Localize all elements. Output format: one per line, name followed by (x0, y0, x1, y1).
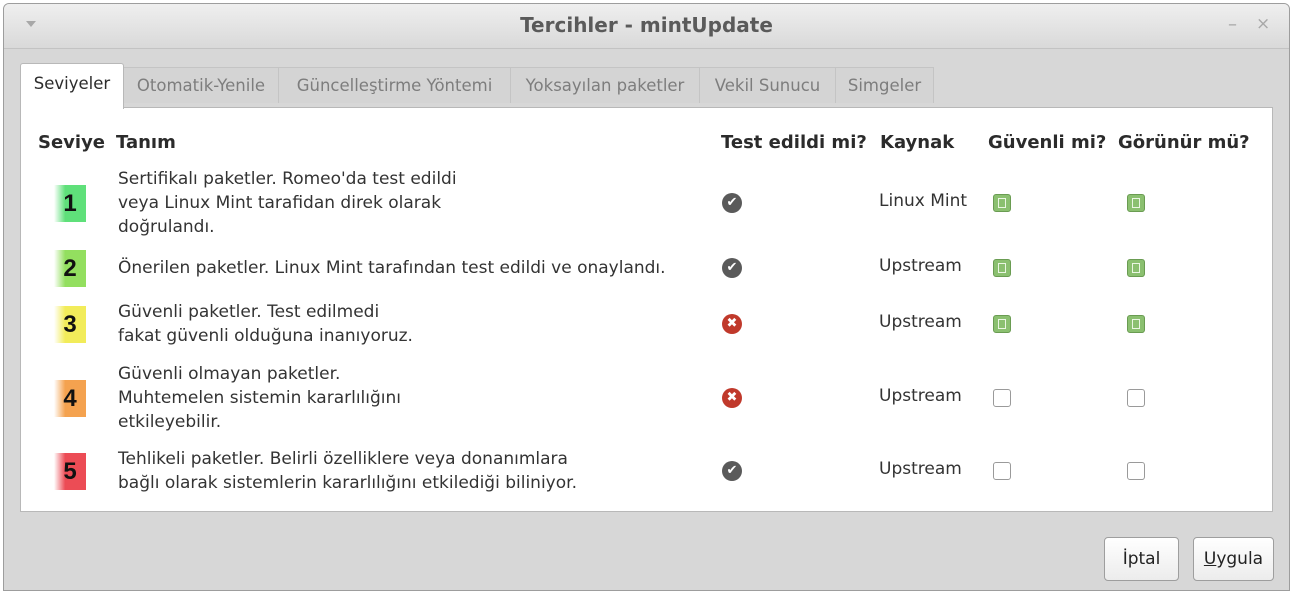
tab-levels[interactable]: Seviyeler (20, 63, 124, 109)
tab-proxy[interactable]: Vekil Sunucu (699, 67, 836, 103)
apply-mnemonic: U (1203, 549, 1217, 569)
header-description: Tanım (116, 132, 176, 153)
title-bar[interactable]: Tercihler - mintUpdate – × (4, 4, 1289, 49)
safe-checkbox[interactable] (993, 462, 1011, 480)
window-title: Tercihler - mintUpdate (520, 13, 773, 37)
tested-check-icon: ✔ (722, 258, 742, 278)
tab-icons[interactable]: Simgeler (835, 67, 934, 103)
level-description: Önerilen paketler. Linux Mint tarafından… (118, 256, 666, 280)
level-description: Güvenli paketler. Test edilmedi fakat güv… (118, 300, 413, 348)
visible-checkbox[interactable] (1127, 315, 1145, 333)
cancel-button[interactable]: İptal (1104, 537, 1179, 581)
visible-checkbox[interactable] (1127, 462, 1145, 480)
level-badge: 5 (54, 453, 86, 490)
visible-checkbox[interactable] (1127, 194, 1145, 212)
not-tested-x-icon: ✖ (722, 314, 742, 334)
header-level: Seviye (38, 132, 106, 153)
level-badge: 4 (54, 380, 86, 417)
header-source: Kaynak (880, 132, 955, 153)
not-tested-x-icon: ✖ (722, 388, 742, 408)
apply-button[interactable]: Uygula (1193, 537, 1274, 581)
source-label: Linux Mint (879, 191, 968, 211)
visible-checkbox[interactable] (1127, 389, 1145, 407)
level-description: Güvenli olmayan paketler. Muhtemelen sist… (118, 362, 401, 434)
apply-label: ygula (1216, 549, 1264, 569)
description-line: etkileyebilir. (118, 412, 222, 432)
header-safe: Güvenli mi? (988, 132, 1107, 153)
tested-check-icon: ✔ (722, 461, 742, 481)
description-line: Sertifikalı paketler. Romeo'da test edil… (118, 169, 457, 189)
safe-checkbox[interactable] (993, 315, 1011, 333)
description-line: doğrulandı. (118, 217, 215, 237)
source-label: Upstream (879, 459, 962, 479)
level-badge: 1 (54, 185, 86, 222)
level-description: Sertifikalı paketler. Romeo'da test edil… (118, 167, 457, 239)
safe-checkbox[interactable] (993, 194, 1011, 212)
description-line: veya Linux Mint tarafidan direk olarak (118, 193, 442, 213)
description-line: Güvenli olmayan paketler. (118, 364, 341, 384)
level-badge: 3 (54, 306, 86, 343)
description-line: fakat güvenli olduğuna inanıyoruz. (118, 326, 413, 346)
level-badge: 2 (54, 250, 86, 287)
tab-ignored-packages[interactable]: Yoksayılan paketler (510, 67, 700, 103)
tab-update-method[interactable]: Güncelleştirme Yöntemi (278, 67, 511, 103)
source-label: Upstream (879, 312, 962, 332)
description-line: bağlı olarak sistemlerin kararlılığını e… (118, 473, 577, 493)
description-line: Tehlikeli paketler. Belirli özelliklere … (118, 449, 568, 469)
description-line: Güvenli paketler. Test edilmedi (118, 302, 380, 322)
level-description: Tehlikeli paketler. Belirli özelliklere … (118, 447, 577, 495)
tested-check-icon: ✔ (722, 193, 742, 213)
header-visible: Görünür mü? (1118, 132, 1250, 153)
tab-auto-refresh[interactable]: Otomatik-Yenile (123, 67, 279, 103)
source-label: Upstream (879, 386, 962, 406)
source-label: Upstream (879, 256, 962, 276)
close-button[interactable]: × (1256, 14, 1270, 34)
visible-checkbox[interactable] (1127, 259, 1145, 277)
header-tested: Test edildi mi? (721, 132, 867, 153)
description-line: Muhtemelen sistemin kararlılığını (118, 388, 402, 408)
safe-checkbox[interactable] (993, 389, 1011, 407)
minimize-button[interactable]: – (1228, 14, 1237, 35)
safe-checkbox[interactable] (993, 259, 1011, 277)
description-line: Önerilen paketler. Linux Mint tarafından… (118, 258, 666, 278)
